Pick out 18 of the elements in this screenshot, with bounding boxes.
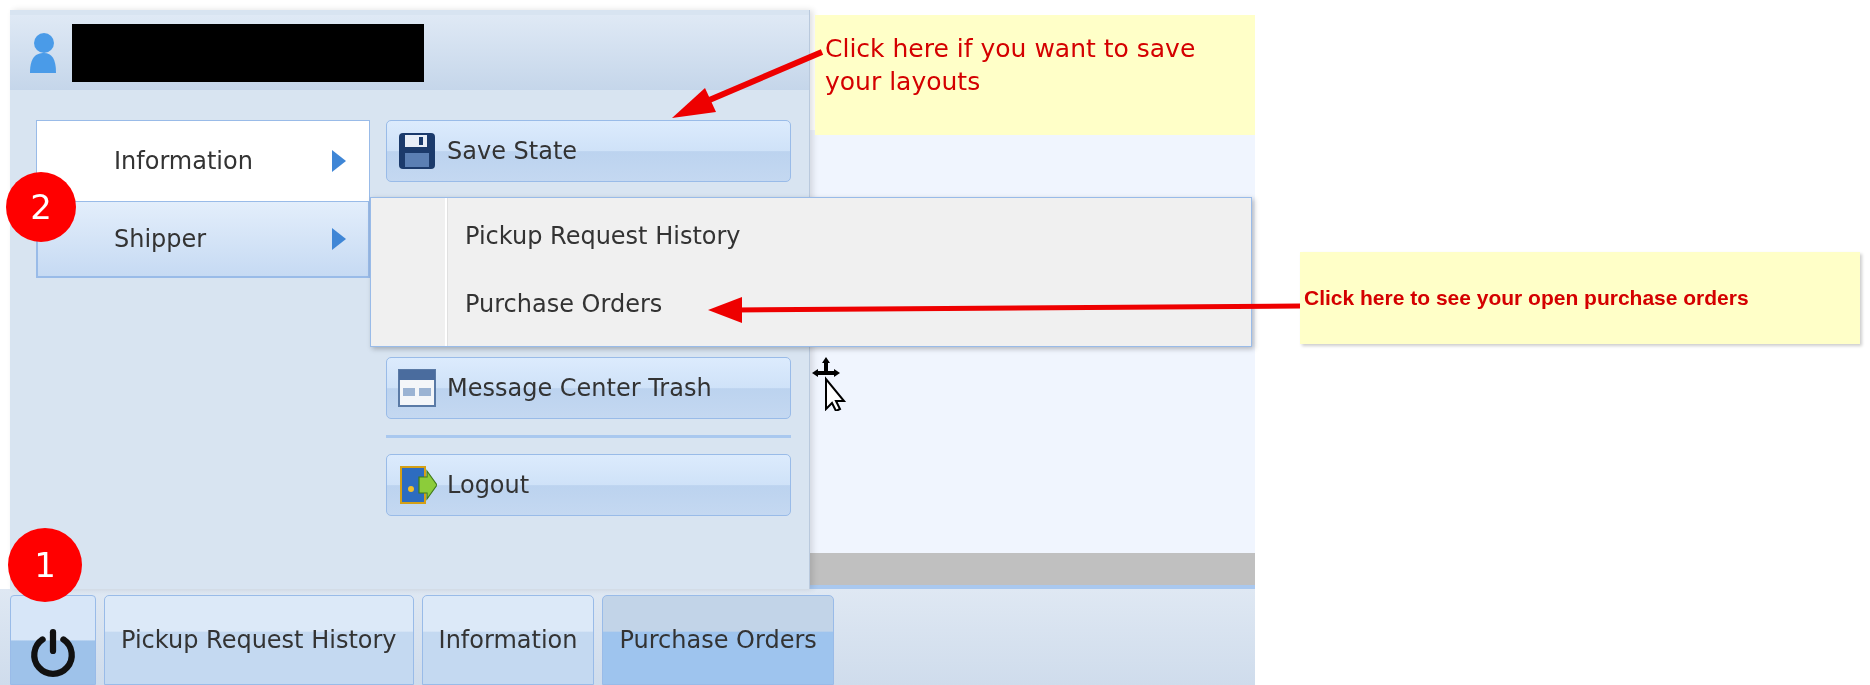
menu-tool-button[interactable]: Logout: [386, 454, 791, 516]
submenu-arrow-icon: [332, 150, 346, 172]
menu-tool-button[interactable]: Save State: [386, 120, 791, 182]
start-button[interactable]: [10, 595, 96, 685]
user-icon: [28, 30, 58, 75]
window-icon: [397, 368, 437, 408]
taskbar-button[interactable]: Information: [421, 595, 595, 685]
submenu-item[interactable]: Pickup Request History: [465, 218, 741, 254]
category-label: Information: [114, 147, 254, 175]
exit-door-icon: [397, 465, 437, 505]
menu-tool-button[interactable]: Message Center Trash: [386, 357, 791, 419]
callout-note: Click here to see your open purchase orders: [1300, 252, 1860, 344]
power-icon: [28, 628, 78, 678]
taskbar-button[interactable]: Purchase Orders: [602, 595, 834, 685]
category-label: Shipper: [114, 225, 208, 253]
taskbar-button[interactable]: Pickup Request History: [104, 595, 414, 685]
callout-note: Click here if you want to save your layouts: [815, 15, 1255, 135]
submenu-arrow-icon: [332, 228, 346, 250]
